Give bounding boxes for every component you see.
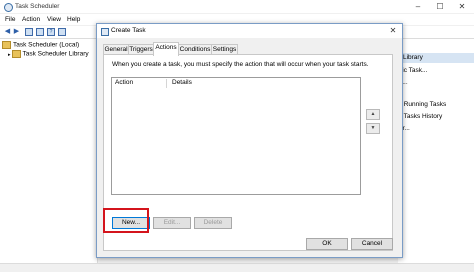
- action-enable-tasks-history[interactable]: ll Tasks History: [399, 113, 442, 120]
- menu-action[interactable]: Action: [22, 16, 40, 23]
- main-titlebar: Task Scheduler – ☐ ✕: [0, 0, 474, 13]
- actions-pane-header: r Library: [398, 53, 474, 63]
- column-header-action[interactable]: Action: [115, 79, 133, 88]
- column-header-details[interactable]: Details: [172, 79, 192, 88]
- close-button[interactable]: ✕: [455, 2, 469, 11]
- dialog-close-button[interactable]: ✕: [387, 26, 399, 36]
- task-icon: [101, 28, 109, 36]
- action-create-basic-task[interactable]: sic Task...: [399, 67, 427, 74]
- maximize-button[interactable]: ☐: [433, 2, 447, 11]
- dialog-title: Create Task: [111, 27, 146, 34]
- help-icon[interactable]: ?: [47, 28, 55, 36]
- task-scheduler-app-icon: [4, 3, 13, 12]
- actions-list[interactable]: Action Details: [111, 77, 361, 195]
- tree-library-label: Task Scheduler Library: [22, 50, 89, 58]
- window-title: Task Scheduler: [15, 3, 60, 10]
- cancel-button[interactable]: Cancel: [351, 238, 393, 250]
- properties-icon[interactable]: [36, 28, 44, 36]
- tree-node-library[interactable]: ▸ Task Scheduler Library: [8, 50, 89, 58]
- dialog-titlebar: Create Task ✕: [97, 24, 402, 38]
- tab-actions[interactable]: Actions: [153, 42, 179, 56]
- expand-arrow-icon[interactable]: ▸: [8, 52, 11, 58]
- show-hide-action-pane-icon[interactable]: [58, 28, 66, 36]
- edit-action-button[interactable]: Edit...: [153, 217, 191, 229]
- actions-description: When you create a task, you must specify…: [112, 61, 369, 68]
- back-arrow-icon[interactable]: ◀: [4, 28, 11, 35]
- move-down-button[interactable]: ▼: [366, 123, 380, 134]
- actions-pane: r Library sic Task... k... ll Running Ta…: [398, 39, 474, 263]
- menu-view[interactable]: View: [47, 16, 61, 23]
- folder-icon: [11, 50, 21, 58]
- tree-root-label: Task Scheduler (Local): [13, 41, 80, 49]
- delete-action-button[interactable]: Delete: [194, 217, 232, 229]
- column-separator: [166, 79, 167, 88]
- console-tree: Task Scheduler (Local) ▸ Task Scheduler L…: [0, 39, 98, 263]
- menu-file[interactable]: File: [5, 16, 15, 23]
- forward-arrow-icon[interactable]: ▶: [13, 28, 20, 35]
- clock-folder-icon: [2, 41, 11, 49]
- show-hide-console-tree-icon[interactable]: [25, 28, 33, 36]
- minimize-button[interactable]: –: [411, 2, 425, 11]
- menu-help[interactable]: Help: [67, 16, 80, 23]
- tree-node-root[interactable]: Task Scheduler (Local): [2, 41, 79, 49]
- new-button-highlight-box: [103, 208, 149, 233]
- ok-button[interactable]: OK: [306, 238, 348, 250]
- move-up-button[interactable]: ▲: [366, 109, 380, 120]
- action-display-running-tasks[interactable]: ll Running Tasks: [399, 101, 446, 108]
